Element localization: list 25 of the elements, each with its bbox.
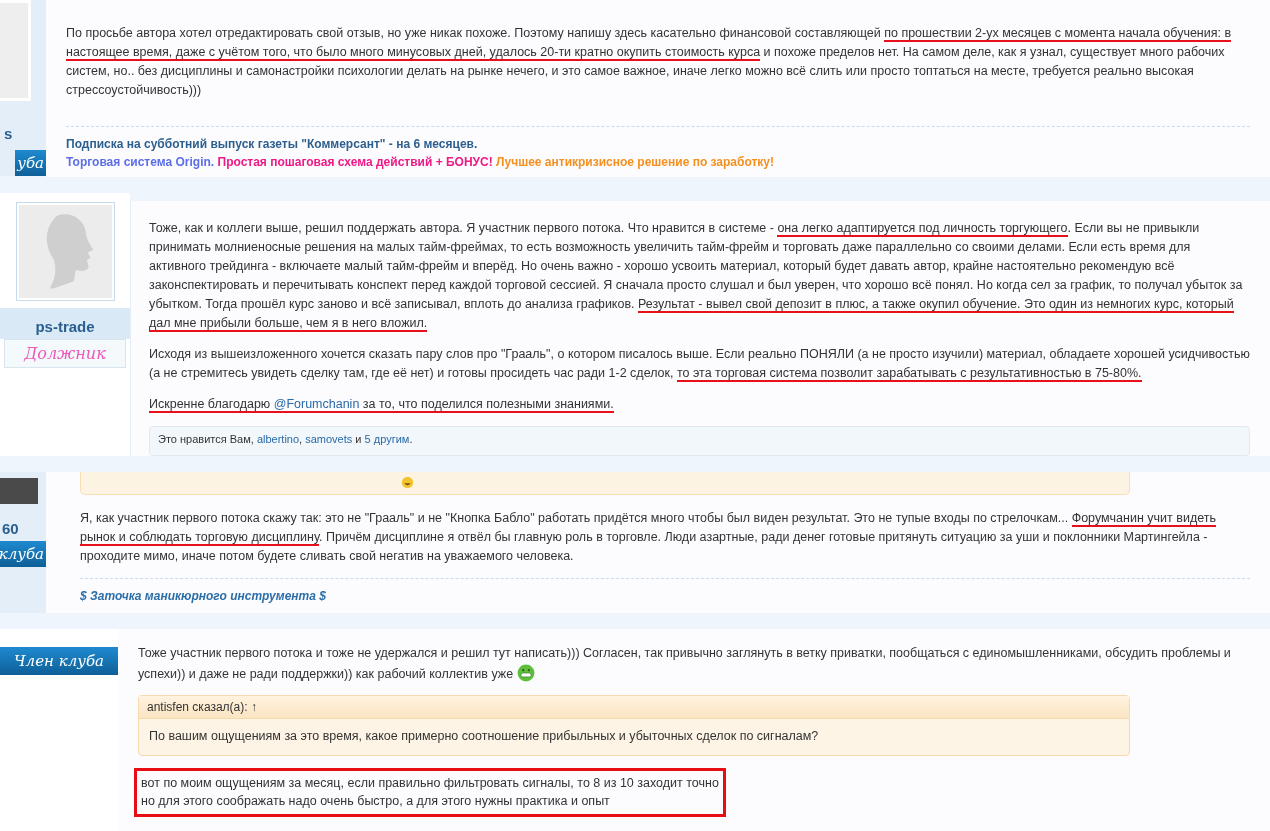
likes-text: Это нравится Вам, albertino, samovets и 5 другим. — [158, 433, 413, 445]
user-link[interactable]: samovets — [305, 433, 353, 445]
post-text: Искренне благодарю @Forumchanin за то, что поделился полезными знаниями. — [149, 396, 615, 414]
avatar-photo-placeholder — [0, 478, 38, 504]
signature-text: $ Заточка маникюрного инструмента $ — [80, 589, 327, 603]
post-text: Исходя из вышеизложенного хочется сказать пару слов про "Грааль", о котором писалось выше. Если реально ПОНЯЛИ (а не просто изучили) материал, обладаете хорошей усидчивостью (а не стремитесь увидеть сделку там, где её нет) и готовы просидеть час ради 1-2 сделок, то эта торговая система позволит зарабатывать с результативностью в 75-80%. — [149, 346, 1250, 383]
quote-author: antisfen сказал(а): ↑ — [139, 696, 1129, 719]
username-link[interactable]: s — [0, 121, 17, 150]
smiley-icon — [401, 476, 414, 489]
username-link[interactable]: 60 — [0, 516, 21, 541]
post-text: Тоже, как и коллеги выше, решил поддержать автора. Я участник первого потока. Что нравится в системе - она легко адаптируется под личность торгующего. Если вы не привыкли принимать молниеносные решения на малых тайм-фреймах, то есть возможность увеличить тайм-фрейм и торговать даже параллельно со своими делами. Если есть время для активного трейдинга - включаете малый тайм-фрейм и вперёд. Но очень важно - хорошо усвоить материал, который будет давать автор, крайне настоятельно рекомендую всё законспектировать и перечитывать конспект перед каждой торговой сессией. Я сначала просто слушал и был уверен, что хорошо всё понял. Но когда сел за график, то получал убыток за убытком. Тогда прошёл курс заново и всё записывал, вплоть до анализа графиков. Результат - вывел свой депозит в плюс, а также окупил обучение. Это один из немногих курс, который дал мне прибыли больше, чем я в него вложил. — [149, 220, 1244, 333]
user-rank-badge: Должник — [4, 339, 126, 368]
signature-text: Подписка на субботний выпуск газеты "Коммерсант" - на 6 месяцев. — [66, 137, 479, 151]
mention-link[interactable]: @Forumchanin — [273, 397, 360, 413]
quote-text: По вашим ощущениям за это время, какое примерно соотношение прибыльных и убыточных сделок по сигналам? — [148, 728, 820, 745]
username-link[interactable]: ps-trade — [0, 308, 130, 339]
post-text: Тоже участник первого потока и тоже не удержался и решил тут написать))) Согласен, так привычно заглянуть в ветку приватки, пообщаться с единомышленниками, обсудить проблемы и успехи)) и даже не ради поддержки)) как рабочий коллектив уже — [138, 645, 1232, 684]
post-text: По просьбе автора хотел отредактировать свой отзыв, но уже никак похоже. Поэтому напишу здесь касательно финансовой составляющей по прошествии 2-ух месяцев с момента начала обучения: в настоящее время, даже с учётом того, что было много минусовых дней, удалось 20-ти кратно окупить стоимость курса и похоже пределов нет. На самом деле, как я узнал, существует много рабочих систем, но.. без дисциплины и самонастройки психологии делать на рынке нечего, и это самое важное, иначе легко можно всё слить или просто топтаться на месте, требуется реально высокая стрессоустойчивость))) — [66, 25, 1233, 99]
answer-text: но для этого соображать надо очень быстро, а для этого нужны практика и опыт — [141, 793, 611, 810]
user-rank-badge: уба — [15, 150, 46, 176]
user-rank-badge: клуба — [0, 541, 46, 567]
post-text: Я, как участник первого потока скажу так: это не "Грааль" и не "Кнопка Бабло" работать придётся много чтобы был виден результат. Это не тупые входы по стрелочкам... Форумчанин учит видеть рынок и соблюдать торговую дисциплину. Причём дисциплине я отвёл бы главную роль в торговле. Люди азартные, ради денег готовые притянуть ситуацию за уши и поклонники Мартингейла - проходите мимо, иначе потом будете сливать свой негатив на уважаемого человека. — [80, 510, 1217, 565]
user-rank-badge: Член клуба — [0, 647, 118, 675]
signature-text: Торговая система Origin. Простая пошаговая схема действий + БОНУС! Лучшее антикризисное решение по заработку! — [66, 155, 776, 169]
answer-text: вот по моим ощущениям за месяц, если правильно фильтровать сигналы, то 8 из 10 заходит точно — [141, 775, 719, 792]
